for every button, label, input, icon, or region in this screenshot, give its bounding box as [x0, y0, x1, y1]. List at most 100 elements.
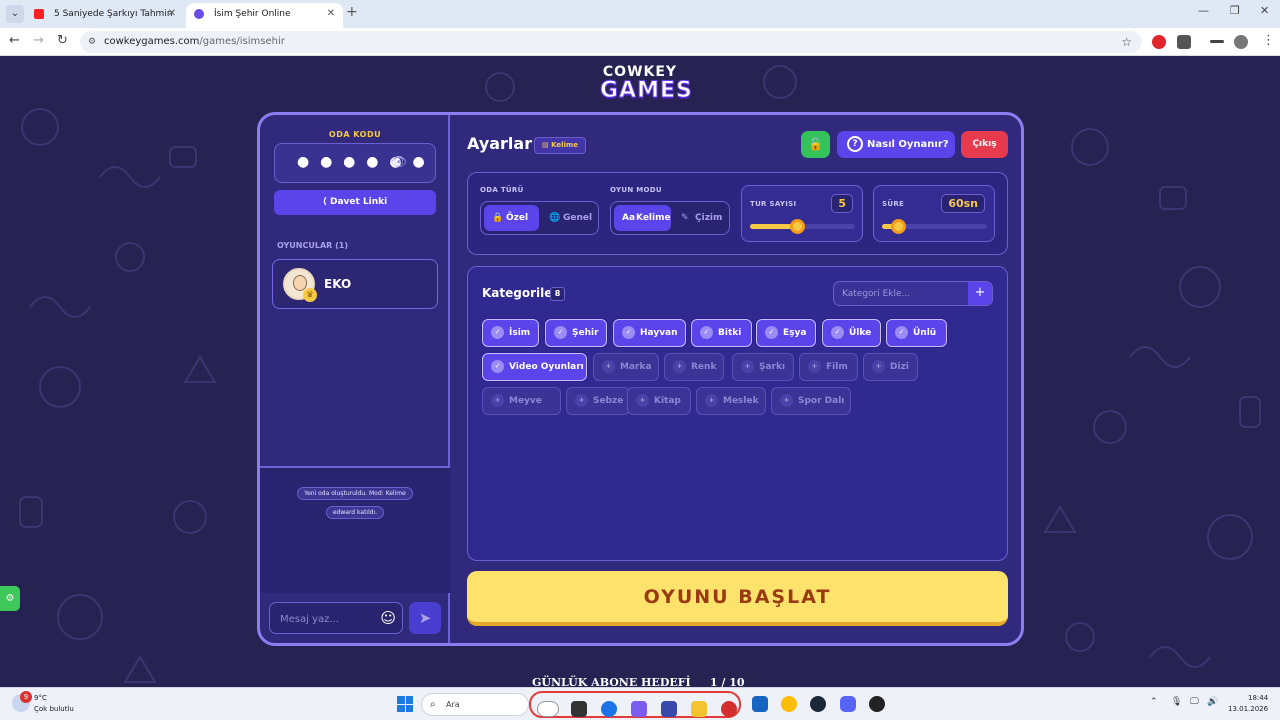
opera-extension-icon[interactable] — [1152, 35, 1166, 49]
network-icon[interactable]: 🖵 — [1190, 697, 1199, 707]
category-chip[interactable]: ✓ Video Oyunları — [482, 353, 587, 381]
category-label: Meyve — [509, 396, 542, 406]
mode-draw[interactable]: ✎ Çizim — [673, 205, 728, 231]
room-code-value: ● ● ● ● ● ● — [297, 154, 428, 170]
add-category-button[interactable]: + — [968, 282, 992, 305]
plus-icon: + — [808, 360, 821, 373]
minimize-icon[interactable]: — — [1198, 4, 1209, 17]
category-label: Video Oyunları — [509, 362, 584, 372]
forward-icon[interactable]: → — [33, 33, 44, 48]
browser-tab-active[interactable]: İsim Şehir Online ✕ — [186, 3, 343, 28]
reading-list-icon[interactable] — [1210, 40, 1224, 43]
category-chip[interactable]: ✓ Bitki — [691, 319, 752, 347]
discord-icon[interactable] — [840, 696, 856, 712]
folder-icon[interactable] — [691, 701, 707, 717]
category-chip[interactable]: ✓ Hayvan — [613, 319, 686, 347]
daily-goal: GÜNLÜK ABONE HEDEFİ 1 / 10 — [532, 676, 745, 687]
category-chip[interactable]: ✓ Ünlü — [886, 319, 947, 347]
lobby-sidebar: ODA KODU ● ● ● ● ● ● 👁 ⟨ Davet Linki OYU… — [260, 115, 450, 643]
category-chip[interactable]: + Meslek — [696, 387, 766, 415]
chrome-icon[interactable] — [781, 696, 797, 712]
send-button[interactable]: ➤ — [409, 602, 441, 634]
logo-line-2: GAMES — [600, 78, 693, 103]
microphone-icon[interactable]: 🎙 — [1171, 697, 1182, 707]
rounds-slider[interactable] — [750, 219, 855, 234]
reload-icon[interactable]: ↻ — [57, 33, 68, 48]
category-chip[interactable]: + Şarkı — [732, 353, 794, 381]
start-game-button[interactable]: OYUNU BAŞLAT — [467, 571, 1008, 626]
check-icon: ✓ — [700, 326, 713, 339]
address-bar[interactable]: ⚙ cowkeygames.com/games/isimsehir ☆ — [80, 31, 1142, 53]
duration-slider[interactable] — [882, 219, 987, 234]
browser-tab[interactable]: 5 Saniyede Şarkıyı Tahmin Et ✕ — [26, 3, 184, 41]
category-chip[interactable]: + Renk — [664, 353, 724, 381]
restore-icon[interactable]: ❐ — [1230, 4, 1240, 17]
category-chip[interactable]: + Meyve — [482, 387, 561, 415]
clock-time[interactable]: 18:44 — [1248, 694, 1268, 702]
extensions-icon[interactable] — [1177, 35, 1191, 49]
menu-icon[interactable]: ⋮ — [1262, 33, 1275, 48]
search-icon: ⌕ — [430, 699, 436, 710]
side-widget-button[interactable]: ⚙ — [0, 586, 20, 611]
room-code-box: ● ● ● ● ● ● 👁 — [274, 143, 436, 183]
steam-icon[interactable] — [810, 696, 826, 712]
plus-icon: + — [575, 394, 588, 407]
store-icon[interactable] — [752, 696, 768, 712]
logo-line-1: COWKEY — [602, 64, 678, 80]
opera-icon[interactable] — [721, 701, 737, 717]
game-mode-toggle: Aa Kelime ✎ Çizim — [610, 201, 730, 235]
exit-button[interactable]: Çıkış — [961, 131, 1008, 158]
category-chip[interactable]: ✓ Şehir — [545, 319, 607, 347]
unlock-room-button[interactable]: 🔓 — [801, 131, 830, 158]
bookmark-star-icon[interactable]: ☆ — [1121, 31, 1132, 53]
invite-link-button[interactable]: ⟨ Davet Linki — [274, 190, 436, 215]
profile-avatar[interactable] — [1234, 35, 1248, 49]
category-chip[interactable]: ✓ Eşya — [756, 319, 816, 347]
taskbar-search[interactable]: ⌕ Ara — [421, 693, 529, 716]
room-type-private[interactable]: 🔒 Özel — [484, 205, 539, 231]
terminal-icon[interactable] — [571, 701, 587, 717]
browser-toolbar: ← → ↻ ⚙ cowkeygames.com/games/isimsehir … — [0, 28, 1280, 56]
category-label: Şarkı — [759, 362, 786, 372]
close-icon[interactable]: ✕ — [168, 3, 176, 25]
eye-icon[interactable]: 👁 — [390, 155, 407, 170]
clock-date[interactable]: 13.01.2026 — [1228, 705, 1268, 713]
toggle-icon[interactable] — [537, 701, 559, 717]
copilot-icon[interactable] — [631, 701, 647, 717]
categories-title: Kategoriler — [482, 286, 559, 300]
duration-slider-knob[interactable] — [890, 219, 906, 234]
new-tab-button[interactable]: + — [346, 4, 358, 20]
category-chip[interactable]: + Dizi — [863, 353, 918, 381]
category-chip[interactable]: + Marka — [593, 353, 659, 381]
category-chip[interactable]: ✓ Ülke — [822, 319, 881, 347]
category-chip[interactable]: + Spor Dalı — [771, 387, 851, 415]
room-type-public[interactable]: 🌐 Genel — [541, 205, 596, 231]
room-type-toggle: 🔒 Özel 🌐 Genel — [480, 201, 599, 235]
mode-word[interactable]: Aa Kelime — [614, 205, 671, 231]
tab-search-button[interactable]: ⌄ — [6, 5, 24, 23]
category-label: İsim — [509, 328, 531, 338]
cowkey-games-logo[interactable]: COWKEY GAMES — [600, 64, 693, 103]
add-category-input[interactable] — [842, 287, 962, 301]
volume-icon[interactable]: 🔊 — [1207, 697, 1218, 707]
site-info-icon[interactable]: ⚙ — [88, 31, 96, 53]
rounds-slider-knob[interactable] — [790, 219, 806, 234]
edge-icon[interactable] — [601, 701, 617, 717]
how-to-play-button[interactable]: ? Nasıl Oynanır? — [837, 131, 955, 158]
close-icon[interactable]: ✕ — [327, 3, 335, 25]
category-chip[interactable]: + Sebze — [566, 387, 630, 415]
plus-icon: + — [705, 394, 718, 407]
back-icon[interactable]: ← — [9, 33, 20, 48]
app-icon[interactable] — [869, 696, 885, 712]
player-name: EKO — [324, 277, 352, 291]
teams-icon[interactable] — [661, 701, 677, 717]
category-chip[interactable]: + Kitap — [627, 387, 691, 415]
close-window-icon[interactable]: ✕ — [1260, 4, 1269, 17]
category-chip[interactable]: + Film — [799, 353, 858, 381]
tray-chevron-icon[interactable]: ⌃ — [1150, 697, 1158, 707]
chat-input[interactable] — [280, 610, 375, 628]
category-chip[interactable]: ✓ İsim — [482, 319, 539, 347]
windows-start-icon[interactable] — [397, 696, 413, 712]
emoji-icon[interactable]: ☺ — [380, 609, 396, 627]
game-mode-label: OYUN MODU — [610, 186, 662, 194]
